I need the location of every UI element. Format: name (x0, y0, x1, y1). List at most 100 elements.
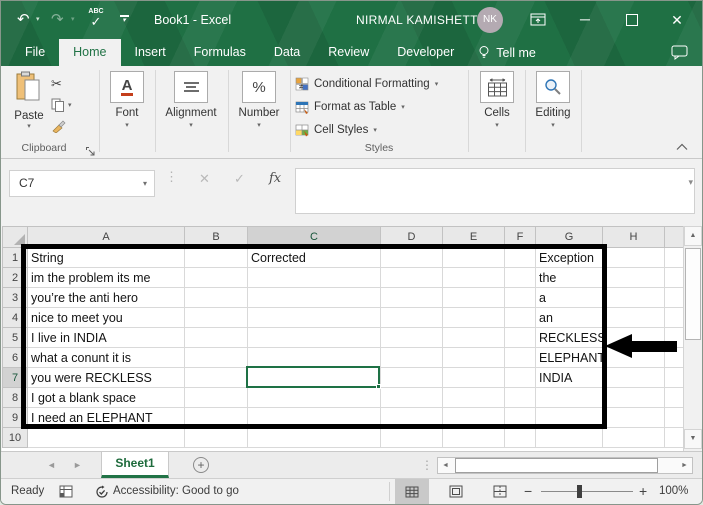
cell-partial-7[interactable] (665, 368, 684, 388)
zoom-slider-track[interactable] (541, 491, 633, 492)
cell-B5[interactable] (185, 328, 248, 348)
cell-F4[interactable] (505, 308, 536, 328)
cell-D5[interactable] (381, 328, 443, 348)
ribbon-display-options-icon[interactable] (530, 12, 546, 32)
number-group-button[interactable]: % Number ▾ (231, 71, 287, 129)
cell-C9[interactable] (248, 408, 381, 428)
format-painter-button[interactable] (51, 115, 72, 136)
status-mode[interactable]: Ready (11, 479, 44, 504)
cell-D9[interactable] (381, 408, 443, 428)
cell-E10[interactable] (443, 428, 505, 448)
cell-G3[interactable]: a (536, 288, 603, 308)
row-header-3[interactable]: 3 (3, 288, 28, 308)
cell-F9[interactable] (505, 408, 536, 428)
cell-B1[interactable] (185, 248, 248, 268)
row-header-10[interactable]: 10 (3, 428, 28, 448)
tab-bar-splitter[interactable]: ⋮ (421, 452, 433, 478)
cell-F10[interactable] (505, 428, 536, 448)
worksheet-grid[interactable]: ABCDEFGH 1StringCorrectedException2im th… (2, 226, 683, 451)
accessibility-icon[interactable] (95, 485, 109, 502)
cell-F5[interactable] (505, 328, 536, 348)
cell-G6[interactable]: ELEPHANT (536, 348, 603, 368)
cell-H2[interactable] (603, 268, 665, 288)
cell-C2[interactable] (248, 268, 381, 288)
cell-B2[interactable] (185, 268, 248, 288)
format-as-table-button[interactable]: Format as Table ▾ (295, 98, 405, 115)
tab-file[interactable]: File (11, 39, 59, 66)
vertical-scrollbar[interactable]: ▲ ▼ (683, 226, 702, 451)
cell-A2[interactable]: im the problem its me (28, 268, 185, 288)
cells-group-button[interactable]: Cells ▾ (469, 71, 525, 129)
cell-partial-1[interactable] (665, 248, 684, 268)
cell-G1[interactable]: Exception (536, 248, 603, 268)
tab-home[interactable]: Home (59, 39, 120, 66)
confirm-entry-icon[interactable]: ✓ (234, 171, 245, 187)
conditional-formatting-dropdown-icon[interactable]: ▾ (435, 80, 439, 88)
cell-styles-button[interactable]: Cell Styles ▾ (295, 121, 377, 138)
number-dropdown-icon[interactable]: ▾ (231, 121, 287, 129)
maximize-button[interactable] (626, 14, 638, 26)
cell-C4[interactable] (248, 308, 381, 328)
cell-H4[interactable] (603, 308, 665, 328)
copy-button[interactable]: ▾ (51, 94, 72, 115)
account-name[interactable]: NIRMAL KAMISHETTY (356, 1, 486, 39)
editing-group-button[interactable]: Editing ▾ (525, 71, 581, 129)
comment-icon[interactable] (671, 45, 688, 65)
cell-A9[interactable]: I need an ELEPHANT (28, 408, 185, 428)
cell-partial-2[interactable] (665, 268, 684, 288)
avatar[interactable]: NK (477, 7, 503, 33)
cell-H6[interactable] (603, 348, 665, 368)
new-sheet-icon[interactable]: + (193, 457, 209, 473)
cell-partial-6[interactable] (665, 348, 684, 368)
cell-partial-10[interactable] (665, 428, 684, 448)
cell-B9[interactable] (185, 408, 248, 428)
scroll-right-icon[interactable]: ► (677, 458, 692, 473)
cell-H1[interactable] (603, 248, 665, 268)
expand-formula-bar-icon[interactable]: ▾ (688, 177, 693, 188)
copy-dropdown-icon[interactable]: ▾ (68, 101, 72, 109)
next-sheet-icon[interactable]: ► (73, 452, 82, 478)
cell-B6[interactable] (185, 348, 248, 368)
row-header-1[interactable]: 1 (3, 248, 28, 268)
redo-dropdown-icon[interactable]: ▾ (71, 1, 75, 39)
cell-G10[interactable] (536, 428, 603, 448)
cell-B7[interactable] (185, 368, 248, 388)
cell-partial-8[interactable] (665, 388, 684, 408)
cell-D1[interactable] (381, 248, 443, 268)
column-header-H[interactable]: H (603, 227, 665, 248)
undo-dropdown-icon[interactable]: ▾ (36, 1, 40, 39)
cell-E2[interactable] (443, 268, 505, 288)
sheet-tab-sheet1[interactable]: Sheet1 (101, 452, 169, 478)
cell-F6[interactable] (505, 348, 536, 368)
paste-button[interactable]: Paste ▾ (11, 71, 47, 130)
cell-D3[interactable] (381, 288, 443, 308)
cell-E5[interactable] (443, 328, 505, 348)
cell-D4[interactable] (381, 308, 443, 328)
tab-insert[interactable]: Insert (121, 39, 180, 66)
column-header-D[interactable]: D (381, 227, 443, 248)
scroll-down-icon[interactable]: ▼ (684, 429, 702, 449)
column-header-B[interactable]: B (185, 227, 248, 248)
row-header-8[interactable]: 8 (3, 388, 28, 408)
horizontal-scrollbar[interactable]: ◄ ► (437, 457, 693, 474)
cell-D7[interactable] (381, 368, 443, 388)
page-layout-view-button[interactable] (439, 479, 473, 504)
cell-A10[interactable] (28, 428, 185, 448)
cell-H10[interactable] (603, 428, 665, 448)
tab-review[interactable]: Review (314, 39, 383, 66)
undo-icon[interactable]: ↶ (17, 1, 30, 39)
cell-G5[interactable]: RECKLESS (536, 328, 603, 348)
row-header-2[interactable]: 2 (3, 268, 28, 288)
cell-partial-9[interactable] (665, 408, 684, 428)
row-header-7[interactable]: 7 (3, 368, 28, 388)
cell-E3[interactable] (443, 288, 505, 308)
column-header-C[interactable]: C (248, 227, 381, 248)
cell-G8[interactable] (536, 388, 603, 408)
cell-H9[interactable] (603, 408, 665, 428)
zoom-out-icon[interactable]: − (524, 479, 532, 504)
format-as-table-dropdown-icon[interactable]: ▾ (401, 103, 405, 111)
cell-F1[interactable] (505, 248, 536, 268)
horizontal-scrollbar-thumb[interactable] (455, 458, 658, 473)
cell-C10[interactable] (248, 428, 381, 448)
collapse-ribbon-icon[interactable] (676, 138, 688, 156)
